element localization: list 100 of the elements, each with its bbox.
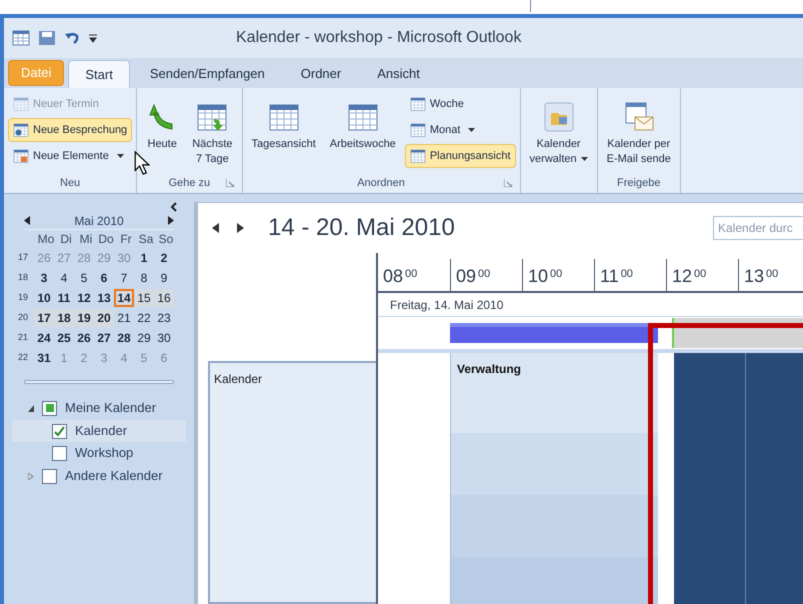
- folder-icon: [542, 101, 575, 133]
- dialog-launcher-icon[interactable]: [504, 179, 512, 187]
- ribbon-tab[interactable]: Ansicht: [361, 60, 436, 88]
- next-icon[interactable]: [237, 223, 244, 233]
- calendar-day[interactable]: 17: [34, 309, 54, 327]
- calendar-day[interactable]: 25: [54, 329, 74, 347]
- checkbox[interactable]: [52, 446, 67, 460]
- ribbon-button[interactable]: Monat: [404, 118, 516, 142]
- calendar-day[interactable]: 9: [154, 269, 174, 287]
- ribbon-button[interactable]: Kalender per E-Mail sende: [602, 92, 676, 174]
- calendar-day[interactable]: 10: [34, 289, 54, 307]
- previous-month-icon[interactable]: [24, 216, 30, 225]
- calendar-group-label[interactable]: Meine Kalender: [65, 398, 156, 418]
- calendar-day[interactable]: 6: [94, 269, 114, 287]
- hour-label: 08$^{00}$: [383, 267, 418, 285]
- calendar-day[interactable]: 18: [54, 309, 74, 327]
- month-title: Mai 2010: [74, 212, 124, 230]
- calendar-day[interactable]: 4: [54, 269, 74, 287]
- weekday-label: Mi: [78, 231, 94, 248]
- checkbox[interactable]: [42, 468, 57, 484]
- hour-label: 09$^{00}$: [456, 267, 490, 285]
- calendar-icon: [410, 96, 426, 112]
- weekday-label: Sa: [138, 231, 154, 248]
- calendar-day[interactable]: 29: [134, 329, 154, 347]
- calendar-label: Workshop: [75, 444, 134, 462]
- envelope-calendar-icon: [622, 101, 655, 133]
- checkbox[interactable]: [42, 400, 57, 416]
- calendar-day[interactable]: 24: [34, 329, 54, 347]
- calendar-day[interactable]: 19: [74, 309, 94, 327]
- calendar-icon: [13, 96, 29, 112]
- ribbon-button[interactable]: Planungsansicht: [404, 144, 516, 168]
- calendar-day[interactable]: 16: [154, 289, 174, 307]
- ribbon-button[interactable]: Arbeitswoche: [324, 92, 401, 174]
- event-title: Verwaltung: [457, 362, 522, 376]
- calendar-day[interactable]: 28: [114, 329, 134, 347]
- weekday-label: So: [158, 231, 174, 248]
- calendar-day[interactable]: 14: [114, 289, 134, 307]
- calendar-day[interactable]: 21: [114, 309, 134, 327]
- checkbox[interactable]: [52, 424, 67, 438]
- calendar-day[interactable]: 2: [154, 249, 174, 267]
- calendar-day[interactable]: 8: [134, 269, 154, 287]
- ribbon-button[interactable]: Heute: [141, 92, 184, 174]
- hour-label: 13$^{00}$: [744, 267, 778, 285]
- next-month-icon[interactable]: [168, 216, 174, 225]
- weekday-label: Do: [97, 231, 115, 248]
- week-number: 19: [17, 291, 30, 304]
- hour-label: 10$^{00}$: [528, 267, 562, 285]
- hour-label: 12$^{00}$: [672, 267, 706, 285]
- new-items-icon: [13, 148, 29, 164]
- calendar-icon[interactable]: [12, 30, 30, 46]
- weekday-label: Fr: [119, 231, 133, 248]
- calendar-day[interactable]: 15: [134, 289, 154, 307]
- group-label: Neu: [60, 176, 80, 191]
- meeting-icon: [13, 122, 29, 138]
- calendar-day[interactable]: 13: [94, 289, 114, 307]
- calendar-day[interactable]: 20: [94, 309, 114, 327]
- previous-icon[interactable]: [212, 223, 219, 233]
- calendar-day[interactable]: 7: [114, 269, 134, 287]
- ribbon-button[interactable]: Neue Besprechung: [8, 118, 132, 142]
- calendar-list-item[interactable]: Workshop: [12, 442, 186, 464]
- calendar-day[interactable]: 31: [34, 349, 54, 367]
- customize-icon[interactable]: [88, 32, 98, 44]
- week-number: 20: [17, 311, 30, 324]
- ribbon-button[interactable]: Kalender verwalten: [524, 92, 593, 174]
- calendar-day[interactable]: 22: [134, 309, 154, 327]
- calendar-day[interactable]: 5: [74, 269, 94, 287]
- day-label: Freitag, 14. Mai 2010: [390, 296, 504, 314]
- collapse-icon[interactable]: [170, 202, 178, 212]
- calendar-day[interactable]: 23: [154, 309, 174, 327]
- ribbon-button[interactable]: Woche: [404, 92, 516, 116]
- calendar-day[interactable]: 12: [74, 289, 94, 307]
- ribbon-button[interactable]: Neue Elemente: [8, 144, 132, 168]
- week-number: 22: [17, 351, 30, 364]
- ribbon-tab[interactable]: Start: [68, 60, 130, 88]
- search-field[interactable]: Kalender durc: [713, 216, 803, 240]
- group-label: Gehe zu: [168, 176, 210, 191]
- undo-icon[interactable]: [64, 30, 80, 46]
- week-number: 21: [17, 331, 30, 344]
- calendar-day[interactable]: 30: [154, 329, 174, 347]
- ribbon-button[interactable]: Nächste 7 Tage: [187, 92, 238, 174]
- calendar-day[interactable]: 27: [94, 329, 114, 347]
- group-label: Anordnen: [357, 176, 405, 191]
- window-title: Kalender - workshop - Microsoft Outlook: [236, 28, 522, 48]
- ribbon-button[interactable]: Tagesansicht: [246, 92, 321, 174]
- calendar-day[interactable]: 11: [54, 289, 74, 307]
- calendar-group-label[interactable]: Andere Kalender: [65, 466, 163, 486]
- calendar-day[interactable]: 1: [134, 249, 154, 267]
- calendar-list-item[interactable]: Kalender: [12, 420, 186, 442]
- calendar-label: Kalender: [75, 422, 128, 440]
- calendar-day[interactable]: 3: [34, 269, 54, 287]
- caret-icon: [468, 128, 476, 132]
- caret-icon: [116, 154, 124, 158]
- dialog-launcher-icon[interactable]: [226, 179, 234, 187]
- calendar-day[interactable]: 26: [74, 329, 94, 347]
- expanded-icon[interactable]: [28, 404, 34, 412]
- group-label: Freigebe: [617, 176, 660, 191]
- ribbon-tab[interactable]: Ordner: [284, 60, 358, 88]
- ribbon-tab[interactable]: Senden/Empfangen: [134, 60, 281, 88]
- save-icon[interactable]: [38, 30, 56, 46]
- weekday-label: Di: [59, 231, 73, 248]
